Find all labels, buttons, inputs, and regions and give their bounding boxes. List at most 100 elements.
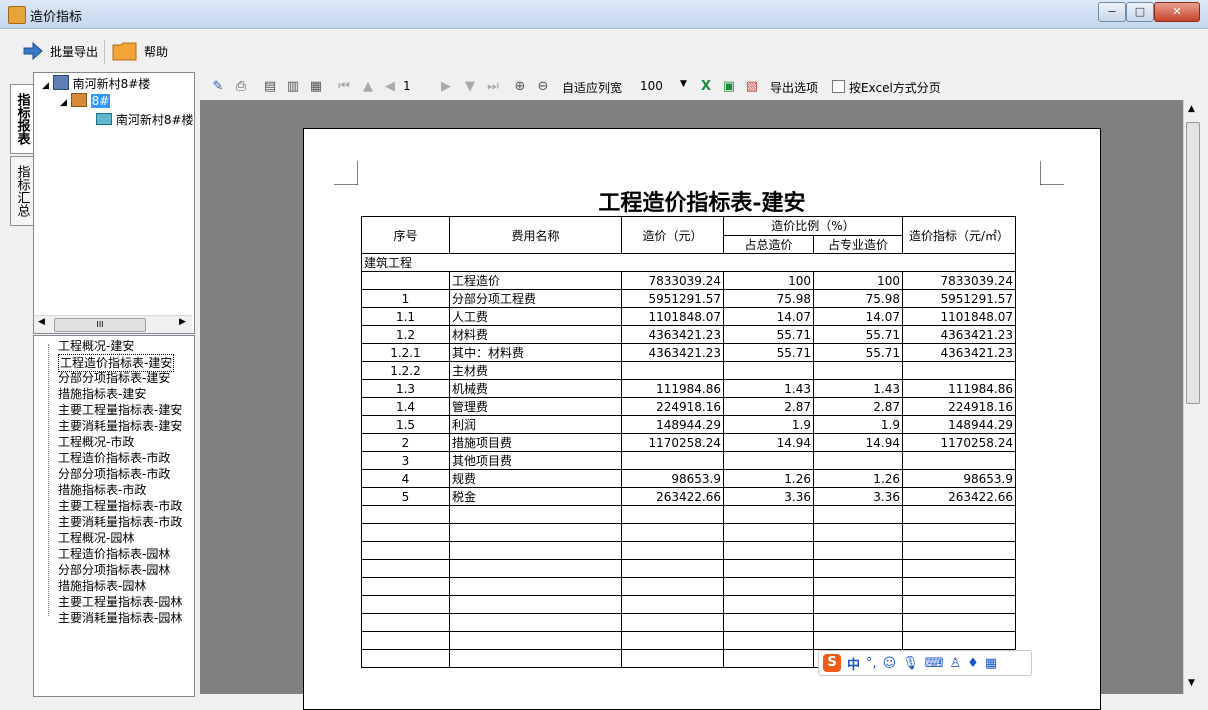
minimize-button[interactable]: −: [1098, 2, 1126, 22]
scroll-down-icon[interactable]: ▼: [1188, 678, 1195, 688]
next-down-icon[interactable]: ▼: [462, 79, 478, 95]
report-page: 工程造价指标表-建安 序号 费用名称 造价（元） 造价比例（%） 造价指标（元/…: [303, 128, 1101, 710]
cell-index: 7833039.24: [902, 271, 1016, 290]
mic-icon[interactable]: 🎙︎: [902, 656, 919, 671]
report-list-item[interactable]: 工程造价指标表-市政: [58, 450, 170, 466]
cell-total: 2.87: [723, 397, 814, 416]
report-title: 工程造价指标表-建安: [598, 190, 806, 216]
folder-icon: [112, 42, 137, 61]
report-list-item[interactable]: 工程概况-园林: [58, 530, 134, 546]
prev-up-icon[interactable]: ▲: [360, 79, 376, 95]
cell-empty: [361, 505, 450, 524]
cell-prof: 75.98: [813, 289, 903, 308]
tree-hscrollbar[interactable]: ◀ III ▶: [34, 315, 192, 333]
cell-index: 98653.9: [902, 469, 1016, 488]
close-button[interactable]: ✕: [1154, 2, 1200, 22]
cell-empty: [449, 649, 622, 668]
tab-index-summary[interactable]: 指标汇总: [10, 156, 34, 226]
cell-index: 224918.16: [902, 397, 1016, 416]
zoom-in-icon[interactable]: ⊕: [512, 79, 528, 95]
app-icon: [8, 6, 26, 24]
report-list-item[interactable]: 主要消耗量指标表-市政: [58, 514, 182, 530]
next-page-icon[interactable]: ▶: [438, 79, 454, 95]
maximize-button[interactable]: □: [1126, 2, 1154, 22]
report-list-item[interactable]: 分部分项指标表-市政: [58, 466, 170, 482]
ime-punct-toggle[interactable]: °,: [866, 656, 877, 671]
cell-index: 148944.29: [902, 415, 1016, 434]
export-multi-icon[interactable]: ▧: [744, 79, 760, 95]
report-list: 工程概况-建安 工程造价指标表-建安 分部分项指标表-建安 措施指标表-建安 主要工程量…: [33, 335, 195, 697]
cell-total: 1.9: [723, 415, 814, 434]
report-list-item[interactable]: 分部分项指标表-建安: [58, 370, 170, 386]
report-vscrollbar[interactable]: ▲ ▼: [1183, 100, 1201, 694]
print-icon[interactable]: ⎙: [233, 79, 249, 95]
project-tree: ◢ 南河新村8#楼 ◢ 8# 南河新村8#楼 ◀ III ▶: [33, 72, 195, 334]
cell-empty: [361, 577, 450, 596]
report-list-item[interactable]: 主要消耗量指标表-建安: [58, 418, 182, 434]
building-icon: [70, 93, 87, 107]
help-button[interactable]: 帮助: [112, 40, 168, 62]
grid-icon[interactable]: ▦: [985, 656, 997, 671]
scroll-thumb[interactable]: III: [54, 318, 146, 332]
report-list-item[interactable]: 主要工程量指标表-园林: [58, 594, 182, 610]
cell-empty: [813, 559, 903, 578]
zoom-dropdown-icon[interactable]: ▼: [680, 79, 687, 89]
cell-total: 14.07: [723, 307, 814, 326]
keyboard-icon[interactable]: ⌨: [925, 656, 944, 671]
edit-icon[interactable]: ✎: [210, 79, 226, 95]
last-page-icon[interactable]: ⏭: [485, 79, 501, 95]
tree-node-root[interactable]: ◢ 南河新村8#楼: [42, 75, 150, 92]
report-list-item[interactable]: 主要工程量指标表-建安: [58, 402, 182, 418]
report-list-item[interactable]: 工程概况-建安: [58, 338, 134, 354]
first-page-icon[interactable]: ⏮: [336, 79, 352, 95]
multi-page-icon[interactable]: ▦: [308, 79, 324, 95]
report-list-item[interactable]: 工程造价指标表-园林: [58, 546, 170, 562]
cell-cost: [621, 451, 724, 470]
cell-empty: [723, 505, 814, 524]
shirt-icon[interactable]: ♦: [967, 656, 979, 671]
report-list-item[interactable]: 主要消耗量指标表-园林: [58, 610, 182, 626]
prev-page-icon[interactable]: ◀: [382, 79, 398, 95]
user-icon[interactable]: ♙: [950, 656, 962, 671]
page-number-field[interactable]: 1: [403, 79, 433, 93]
scroll-up-icon[interactable]: ▲: [1188, 104, 1195, 114]
cell-empty: [723, 523, 814, 542]
report-list-item[interactable]: 措施指标表-市政: [58, 482, 146, 498]
excel-paging-checkbox[interactable]: [832, 80, 845, 93]
cell-total: 3.36: [723, 487, 814, 506]
report-list-item[interactable]: 主要工程量指标表-市政: [58, 498, 182, 514]
two-page-icon[interactable]: ▥: [285, 79, 301, 95]
tree-node-leaf[interactable]: 南河新村8#楼: [96, 111, 194, 128]
report-list-item[interactable]: 措施指标表-建安: [58, 386, 146, 402]
report-list-item[interactable]: 措施指标表-园林: [58, 578, 146, 594]
cell-cost: 7833039.24: [621, 271, 724, 290]
zoom-out-icon[interactable]: ⊖: [535, 79, 551, 95]
cell-cost: 224918.16: [621, 397, 724, 416]
cell-empty: [361, 631, 450, 650]
tab-index-report[interactable]: 指标报表: [10, 84, 33, 154]
scroll-thumb[interactable]: [1186, 122, 1200, 404]
fit-width-button[interactable]: 自适应列宽: [562, 79, 622, 96]
excel-sheet-icon[interactable]: ▣: [721, 79, 737, 95]
table-row: 3 其他项目费: [361, 451, 1016, 470]
scroll-right-icon[interactable]: ▶: [179, 317, 186, 327]
header-cost: 造价（元）: [621, 216, 724, 254]
zoom-select[interactable]: 100: [640, 79, 663, 93]
batch-export-button[interactable]: 批量导出: [22, 40, 98, 62]
cell-empty: [361, 559, 450, 578]
report-list-item[interactable]: 工程概况-市政: [58, 434, 134, 450]
cell-name: 税金: [449, 487, 622, 506]
cell-total: 1.43: [723, 379, 814, 398]
single-page-icon[interactable]: ▤: [262, 79, 278, 95]
export-options-button[interactable]: 导出选项: [770, 79, 818, 96]
scroll-left-icon[interactable]: ◀: [38, 317, 45, 327]
excel-export-icon[interactable]: X: [698, 79, 714, 95]
cell-empty: [621, 613, 724, 632]
ime-logo[interactable]: S: [823, 654, 841, 672]
report-list-item[interactable]: 分部分项指标表-园林: [58, 562, 170, 578]
tree-node-child[interactable]: ◢ 8#: [60, 93, 111, 108]
empty-row: [361, 559, 1016, 578]
ime-lang-toggle[interactable]: 中: [847, 654, 860, 673]
cell-empty: [621, 559, 724, 578]
smile-icon[interactable]: ☺: [883, 656, 897, 671]
